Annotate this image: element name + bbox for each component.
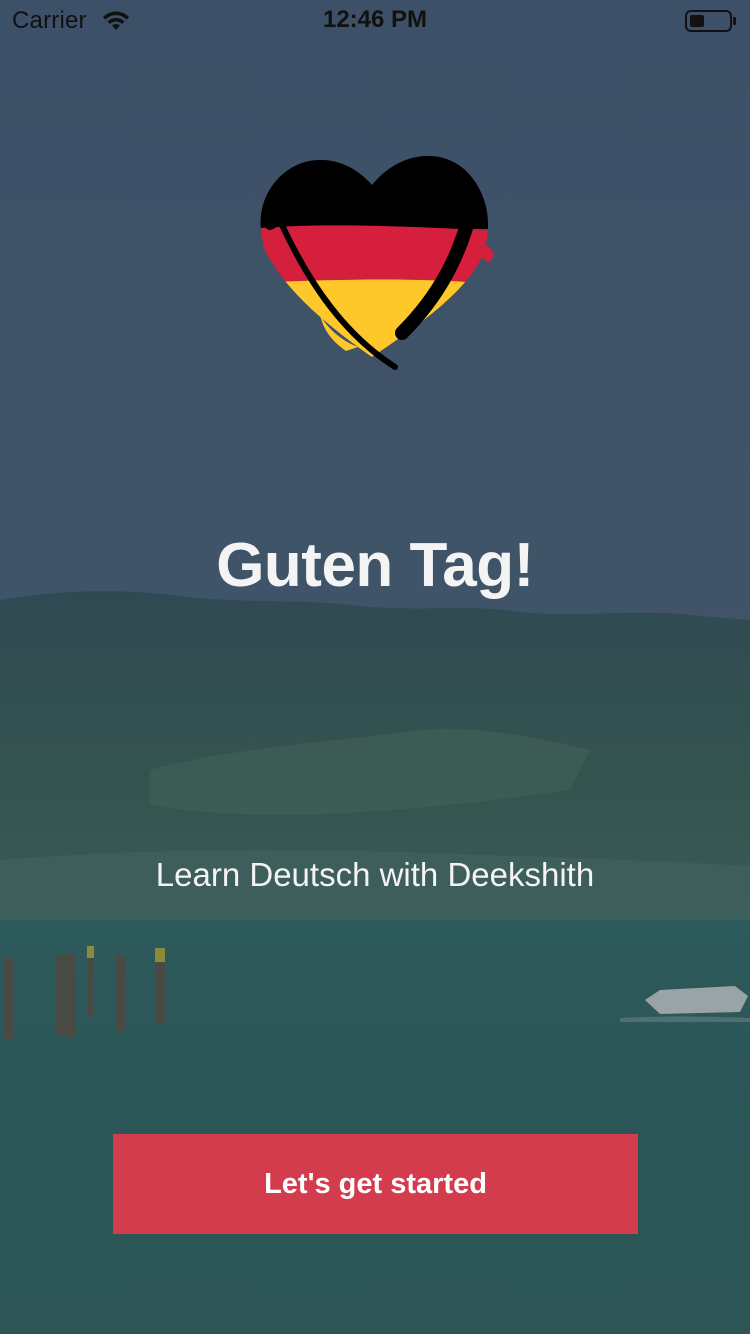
german-flag-heart-icon (260, 155, 494, 370)
battery-icon (685, 10, 736, 32)
greeting-title: Guten Tag! (216, 531, 534, 600)
clock-time: 12:46 PM (322, 6, 428, 33)
get-started-button[interactable]: Let's get started (113, 1134, 638, 1234)
status-bar: Carrier 12:46 PM (0, 0, 750, 40)
welcome-screen: Carrier 12:46 PM Guten Tag! Learn Deutsc… (0, 0, 750, 1334)
tagline-text: Learn Deutsch with Deekshith (155, 856, 595, 893)
